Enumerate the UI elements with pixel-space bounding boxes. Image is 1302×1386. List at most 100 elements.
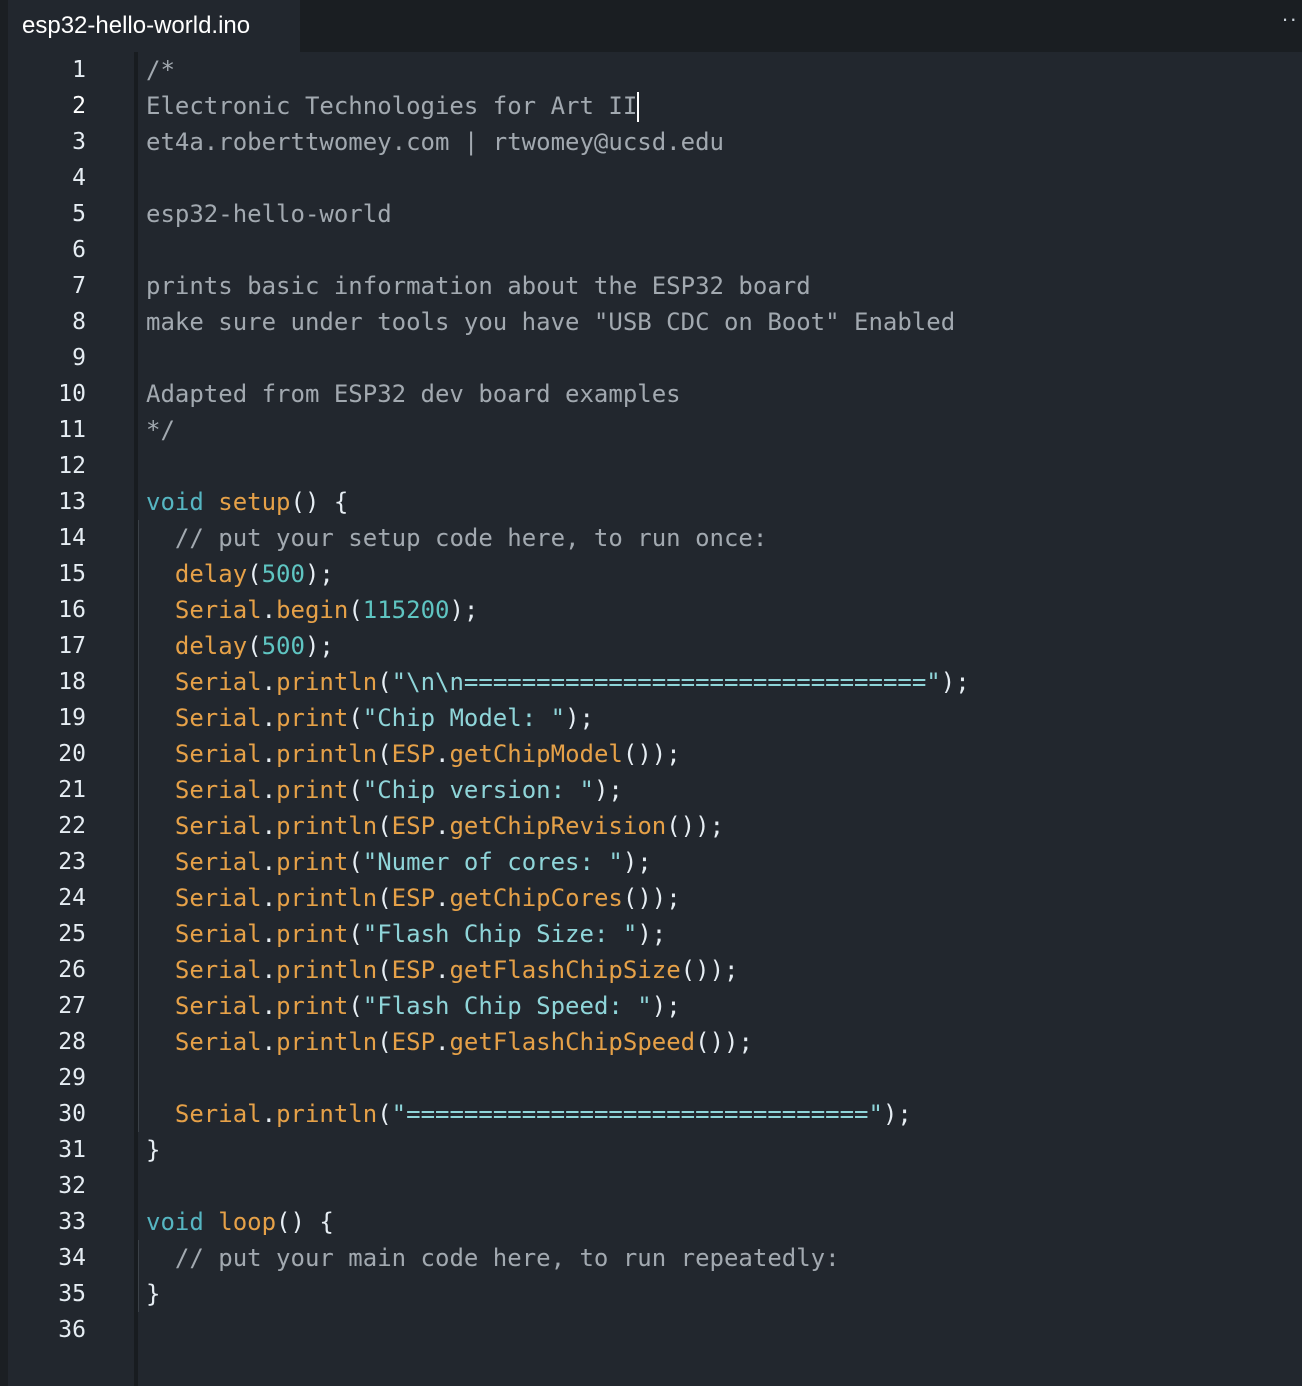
code-line[interactable]: Serial.begin(115200); <box>146 592 478 628</box>
punctuation-token: ); <box>565 704 594 732</box>
line-number: 29 <box>58 1065 86 1091</box>
code-line[interactable]: } <box>146 1276 160 1312</box>
punctuation-token: ( <box>348 848 363 876</box>
punctuation-token: . <box>435 956 450 984</box>
punctuation-token: . <box>435 884 450 912</box>
identifier-token: Serial <box>174 1100 262 1128</box>
punctuation-token: ( <box>247 632 262 660</box>
identifier-token: Serial <box>174 668 262 696</box>
punctuation-token: ( <box>377 956 392 984</box>
code-line[interactable]: delay(500); <box>146 628 334 664</box>
comment-token: et4a.roberttwomey.com | rtwomey@ucsd.edu <box>146 128 724 156</box>
code-line[interactable]: } <box>146 1132 160 1168</box>
punctuation-token: . <box>261 596 277 624</box>
line-number: 26 <box>58 957 86 983</box>
line-number: 5 <box>72 201 86 227</box>
code-line[interactable]: Serial.print("Flash Chip Size: "); <box>146 916 666 952</box>
line-number: 17 <box>58 633 86 659</box>
code-line[interactable]: Serial.println(ESP.getFlashChipSize()); <box>146 952 739 988</box>
punctuation-token: ); <box>651 992 681 1020</box>
code-line[interactable]: Serial.print("Flash Chip Speed: "); <box>146 988 681 1024</box>
punctuation-token <box>146 776 175 804</box>
punctuation-token <box>146 1028 175 1056</box>
punctuation-token: ); <box>940 668 970 696</box>
identifier-token: println <box>276 740 378 768</box>
line-number: 1 <box>72 57 86 83</box>
code-line[interactable]: /* <box>146 52 175 88</box>
punctuation-token <box>146 632 175 660</box>
identifier-token: ESP <box>391 812 436 840</box>
identifier-token: setup <box>218 488 291 516</box>
window-edge <box>0 0 8 1386</box>
code-line[interactable]: esp32-hello-world <box>146 196 392 232</box>
punctuation-token: . <box>261 668 277 696</box>
identifier-token: getChipCores <box>449 884 623 912</box>
line-number: 36 <box>58 1317 86 1343</box>
line-number: 34 <box>58 1245 86 1271</box>
code-line[interactable]: // put your setup code here, to run once… <box>146 520 767 556</box>
code-line[interactable]: Serial.print("Chip version: "); <box>146 772 623 808</box>
identifier-token: begin <box>276 596 349 624</box>
identifier-token: ESP <box>391 884 436 912</box>
line-number: 31 <box>58 1137 86 1163</box>
code-line[interactable]: void setup() { <box>146 484 348 520</box>
code-line[interactable]: */ <box>146 412 175 448</box>
comment-token: prints basic information about the ESP32… <box>146 272 811 300</box>
tab-bar: esp32-hello-world.ino ·· <box>8 0 1302 52</box>
code-line[interactable]: prints basic information about the ESP32… <box>146 268 811 304</box>
identifier-token: Serial <box>174 740 262 768</box>
punctuation-token: ( <box>348 992 363 1020</box>
identifier-token: Serial <box>174 992 262 1020</box>
code-line[interactable]: Serial.println("\n\n====================… <box>146 664 970 700</box>
line-number: 13 <box>58 489 86 515</box>
comment-token: // put your main code here, to run repea… <box>174 1244 840 1272</box>
code-area[interactable]: /* Electronic Technologies for Art II et4a… <box>138 52 1302 1386</box>
punctuation-token: . <box>261 812 277 840</box>
punctuation-token: . <box>261 776 277 804</box>
punctuation-token: ( <box>377 1100 392 1128</box>
string-token: "================================" <box>391 1100 883 1128</box>
code-line[interactable]: et4a.roberttwomey.com | rtwomey@ucsd.edu <box>146 124 724 160</box>
code-line[interactable]: Adapted from ESP32 dev board examples <box>146 376 681 412</box>
code-line[interactable]: Serial.println("========================… <box>146 1096 912 1132</box>
identifier-token: Serial <box>174 956 262 984</box>
punctuation-token: . <box>435 740 450 768</box>
code-line[interactable]: // put your main code here, to run repea… <box>146 1240 840 1276</box>
punctuation-token: () { <box>276 1208 334 1236</box>
comment-token: Electronic Technologies for Art II <box>146 92 638 120</box>
code-line[interactable]: make sure under tools you have "USB CDC … <box>146 304 955 340</box>
comment-token: Adapted from ESP32 dev board examples <box>146 380 681 408</box>
code-line[interactable]: Serial.println(ESP.getChipCores()); <box>146 880 681 916</box>
tab-filename: esp32-hello-world.ino <box>22 12 251 39</box>
code-line[interactable]: Serial.println(ESP.getChipModel()); <box>146 736 681 772</box>
punctuation-token: ); <box>304 560 334 588</box>
code-line[interactable]: Serial.println(ESP.getFlashChipSpeed()); <box>146 1024 753 1060</box>
identifier-token: Serial <box>174 848 262 876</box>
code-line[interactable]: Electronic Technologies for Art II <box>146 88 640 124</box>
code-editor[interactable]: 1 2 3 4 5 6 7 8 9 10 11 12 13 14 15 16 17 18 19 20 21 22 23 24 2… <box>8 52 1302 1386</box>
punctuation-token: ); <box>449 596 479 624</box>
identifier-token: Serial <box>174 776 262 804</box>
code-line[interactable]: void loop() { <box>146 1204 334 1240</box>
punctuation-token <box>146 704 175 732</box>
identifier-token: print <box>276 920 349 948</box>
identifier-token: ESP <box>391 1028 436 1056</box>
line-number-gutter: 1 2 3 4 5 6 7 8 9 10 11 12 13 14 15 16 17 18 19 20 21 22 23 24 2… <box>8 52 134 1386</box>
tab-esp32-hello-world[interactable]: esp32-hello-world.ino <box>8 0 300 52</box>
identifier-token: print <box>276 776 349 804</box>
punctuation-token: . <box>261 1100 277 1128</box>
punctuation-token <box>146 740 175 768</box>
code-line[interactable]: Serial.println(ESP.getChipRevision()); <box>146 808 724 844</box>
line-number: 27 <box>58 993 86 1019</box>
identifier-token: getChipModel <box>449 740 623 768</box>
code-line[interactable]: Serial.print("Numer of cores: "); <box>146 844 652 880</box>
punctuation-token: . <box>261 740 277 768</box>
code-line[interactable]: Serial.print("Chip Model: "); <box>146 700 594 736</box>
identifier-token: delay <box>174 632 248 660</box>
punctuation-token: . <box>261 956 277 984</box>
identifier-token: println <box>276 956 378 984</box>
more-options-icon[interactable]: ·· <box>1281 4 1298 34</box>
identifier-token: getFlashChipSize <box>449 956 681 984</box>
code-line[interactable]: delay(500); <box>146 556 334 592</box>
punctuation-token: ( <box>348 920 363 948</box>
